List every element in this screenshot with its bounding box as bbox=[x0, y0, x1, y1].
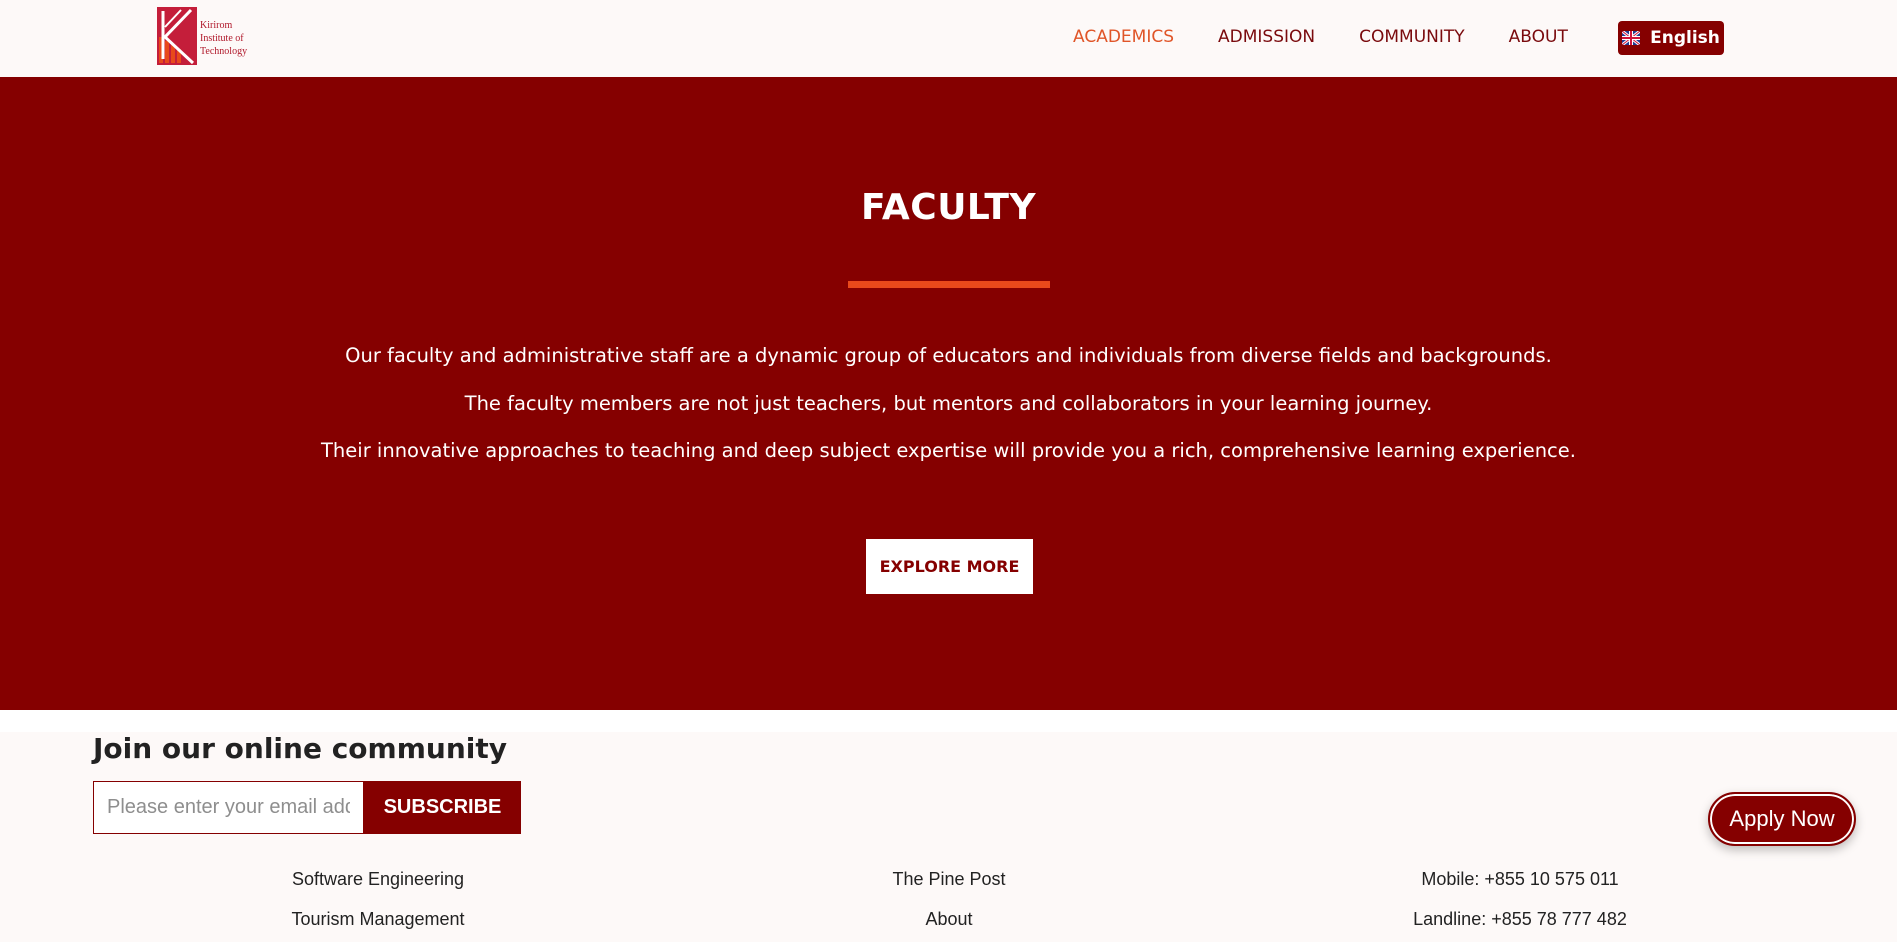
site-footer: Join our online community SUBSCRIBE Soft… bbox=[0, 732, 1897, 942]
site-header: Kirirom Institute of Technology ACADEMIC… bbox=[0, 0, 1897, 77]
nav-admission[interactable]: ADMISSION bbox=[1218, 27, 1315, 47]
main-nav: ACADEMICS ADMISSION COMMUNITY ABOUT bbox=[1073, 27, 1612, 47]
hero-text-line: The faculty members are not just teacher… bbox=[464, 392, 1433, 415]
footer-link-about[interactable]: About bbox=[749, 908, 1149, 942]
logo-line: Technology bbox=[200, 46, 248, 57]
subscribe-button[interactable]: SUBSCRIBE bbox=[364, 781, 521, 834]
footer-programs-column: Software Engineering Tourism Management bbox=[178, 868, 578, 942]
nav-about[interactable]: ABOUT bbox=[1509, 27, 1568, 47]
page: Kirirom Institute of Technology ACADEMIC… bbox=[0, 0, 1897, 942]
email-input[interactable] bbox=[93, 781, 364, 834]
community-heading: Join our online community bbox=[93, 732, 507, 765]
hero-text-line: Their innovative approaches to teaching … bbox=[321, 439, 1576, 462]
nav-academics[interactable]: ACADEMICS bbox=[1073, 27, 1174, 47]
footer-link-pine-post[interactable]: The Pine Post bbox=[749, 868, 1149, 908]
kit-logo-mark bbox=[157, 7, 197, 65]
section-divider bbox=[0, 710, 1897, 732]
footer-contact-column: Mobile: +855 10 575 011 Landline: +855 7… bbox=[1320, 868, 1720, 942]
subscribe-form: SUBSCRIBE bbox=[93, 781, 521, 834]
language-button[interactable]: English bbox=[1618, 21, 1724, 55]
contact-mobile: Mobile: +855 10 575 011 bbox=[1421, 869, 1619, 889]
kit-logo[interactable]: Kirirom Institute of Technology bbox=[157, 7, 257, 67]
contact-landline: Landline: +855 78 777 482 bbox=[1413, 909, 1627, 929]
nav-community[interactable]: COMMUNITY bbox=[1359, 27, 1465, 47]
hero-text-line: Our faculty and administrative staff are… bbox=[345, 344, 1552, 367]
footer-link-tourism-management[interactable]: Tourism Management bbox=[178, 908, 578, 942]
uk-flag-icon bbox=[1622, 31, 1641, 45]
page-title: FACULTY bbox=[860, 187, 1037, 228]
footer-links-column: The Pine Post About bbox=[749, 868, 1149, 942]
explore-more-button[interactable]: EXPLORE MORE bbox=[866, 539, 1033, 594]
logo-line: Institute of bbox=[200, 33, 244, 44]
title-underline bbox=[848, 281, 1050, 288]
footer-link-software-engineering[interactable]: Software Engineering bbox=[178, 868, 578, 908]
apply-now-button[interactable]: Apply Now bbox=[1708, 792, 1856, 846]
faculty-hero: FACULTY Our faculty and administrative s… bbox=[0, 77, 1897, 710]
kit-logo-text: Kirirom Institute of Technology bbox=[200, 19, 247, 58]
language-label: English bbox=[1650, 28, 1720, 48]
logo-line: Kirirom bbox=[200, 20, 233, 31]
